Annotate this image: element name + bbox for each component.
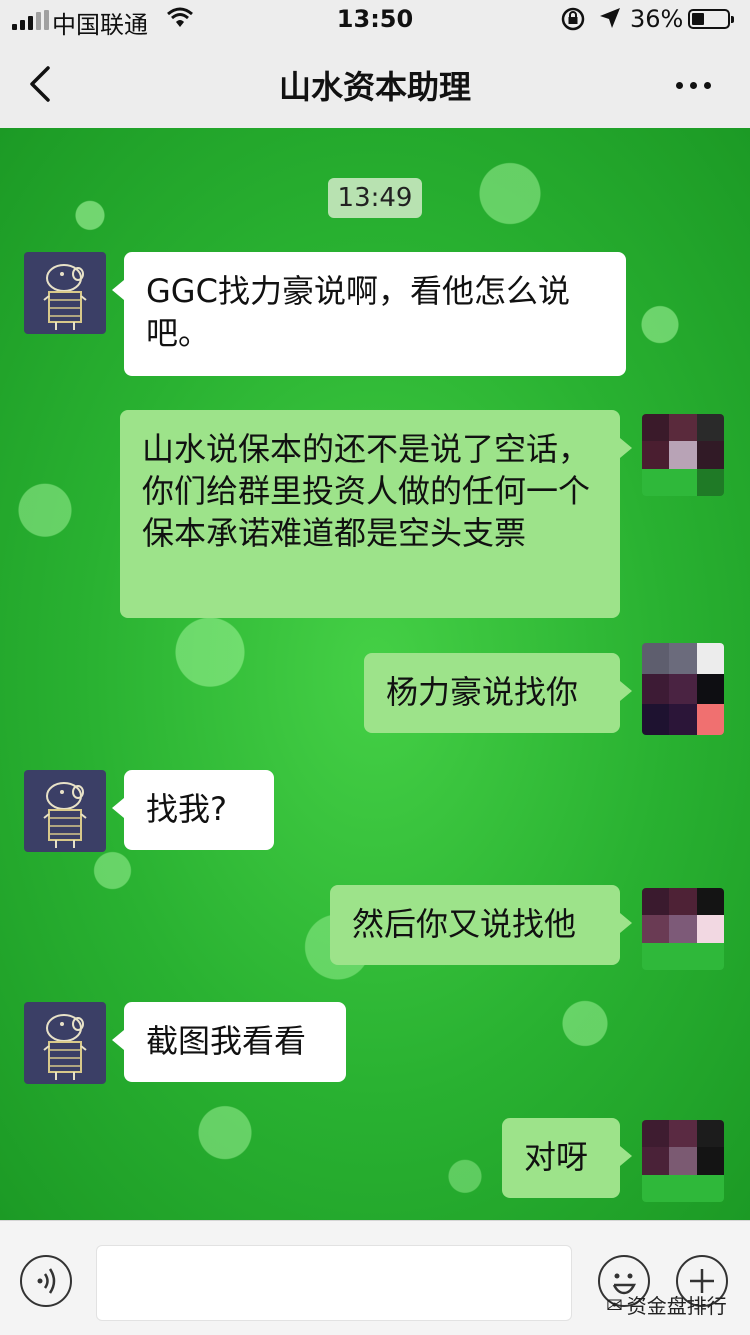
location-icon — [600, 8, 620, 28]
peppa-avatar-icon — [43, 264, 87, 330]
contact-avatar[interactable] — [24, 252, 106, 334]
nav-bar: 山水资本助理 — [0, 40, 750, 129]
message-bubble-outgoing[interactable]: 山水说保本的还不是说了空话，你们给群里投资人做的任何一个保本承诺难道都是空头支票 — [120, 410, 632, 618]
voice-input-icon[interactable] — [20, 1255, 72, 1307]
message-bubble-incoming[interactable]: 找我? — [112, 770, 274, 850]
watermark: ✉ 资金盘排行 — [606, 1290, 727, 1319]
peppa-avatar-icon — [43, 782, 87, 848]
battery-fill — [692, 13, 704, 25]
status-bar: 中国联通 13:50 36% — [0, 0, 750, 40]
chat-area[interactable]: 13:49 GGC找力豪说啊，看他怎么说吧。 山水说保本的还不是说了空话，你们给… — [0, 128, 750, 1220]
battery-percent: 36% — [630, 5, 684, 33]
contact-avatar[interactable] — [24, 770, 106, 852]
chat-title: 山水资本助理 — [278, 68, 471, 106]
sound-wave-icon — [37, 1268, 56, 1294]
message-input[interactable] — [96, 1245, 572, 1321]
user-avatar[interactable] — [642, 643, 724, 735]
wechat-official-icon: ✉ — [606, 1292, 623, 1317]
message-timestamp: 13:49 — [328, 178, 422, 218]
user-avatar[interactable] — [642, 414, 724, 496]
contact-avatar[interactable] — [24, 1002, 106, 1084]
peppa-avatar-icon — [43, 1014, 87, 1080]
message-bubble-incoming[interactable]: GGC找力豪说啊，看他怎么说吧。 — [112, 252, 626, 376]
user-avatar[interactable] — [642, 888, 724, 970]
message-bubble-incoming[interactable]: 截图我看看 — [112, 1002, 346, 1082]
more-options-icon[interactable] — [668, 70, 718, 100]
message-bubble-outgoing[interactable]: 然后你又说找他 — [330, 885, 632, 965]
user-avatar[interactable] — [642, 1120, 724, 1202]
message-bubble-outgoing[interactable]: 对呀 — [502, 1118, 632, 1198]
battery-icon — [688, 9, 734, 29]
message-bubble-outgoing[interactable]: 杨力豪说找你 — [364, 653, 632, 733]
rotation-lock-icon — [561, 7, 585, 31]
watermark-text: 资金盘排行 — [626, 1294, 727, 1318]
